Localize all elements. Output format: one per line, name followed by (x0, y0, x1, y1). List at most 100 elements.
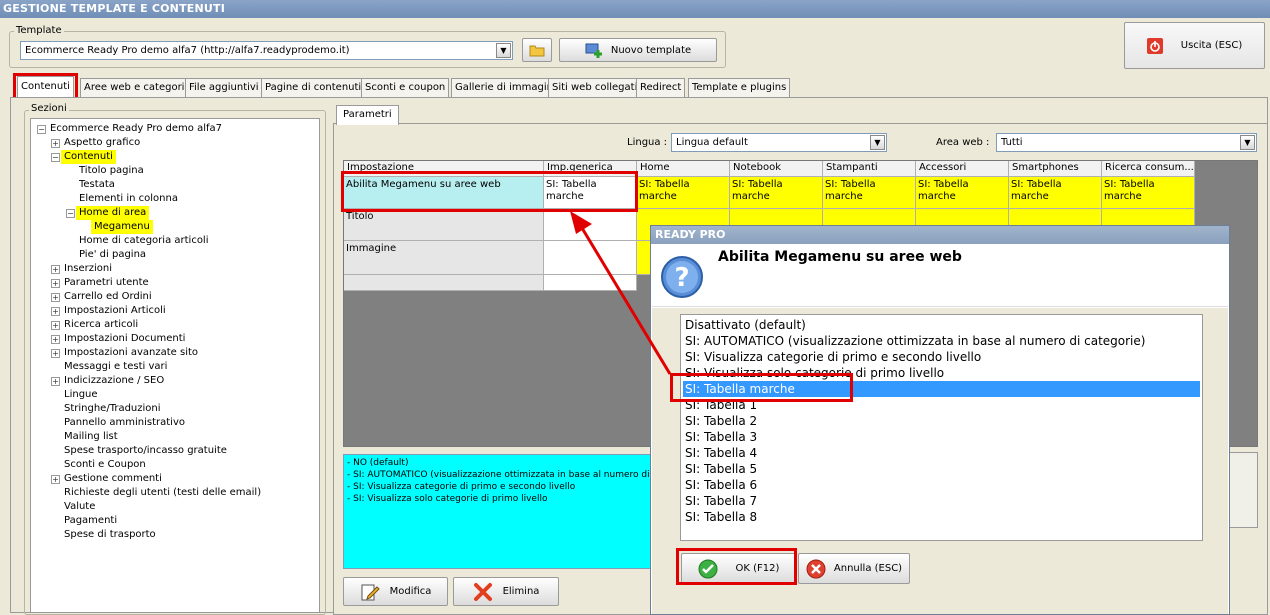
tree-item[interactable]: Richieste degli utenti (testi delle emai… (64, 486, 261, 500)
tree-item[interactable]: Impostazioni Documenti (64, 332, 185, 346)
cancel-icon (806, 559, 826, 578)
tree-item[interactable]: Elementi in colonna (79, 192, 178, 206)
tree-item[interactable]: Indicizzazione / SEO (64, 374, 164, 388)
grid-cell[interactable]: SI: Tabella marche (823, 177, 916, 209)
tree-item[interactable]: Spese di trasporto (64, 528, 156, 542)
tree-item[interactable]: Home di categoria articoli (79, 234, 209, 248)
tree-item[interactable]: Aspetto grafico (64, 136, 140, 150)
question-icon: ? (661, 256, 703, 298)
option-item[interactable]: SI: Tabella 7 (683, 493, 1200, 509)
chevron-down-icon[interactable]: ▼ (496, 43, 511, 58)
area-web-select[interactable]: Tutti ▼ (996, 133, 1257, 152)
grid-cell[interactable] (544, 209, 637, 241)
option-item[interactable]: SI: Tabella 3 (683, 429, 1200, 445)
expander-icon[interactable]: − (66, 209, 75, 218)
column-header[interactable]: Smartphones (1009, 161, 1102, 177)
tab-gallerie[interactable]: Gallerie di immagini (451, 78, 560, 97)
options-list[interactable]: Disattivato (default) SI: AUTOMATICO (vis… (680, 314, 1203, 541)
delete-button[interactable]: Elimina (453, 577, 559, 606)
grid-cell[interactable]: SI: Tabella marche (1009, 177, 1102, 209)
tab-redirect[interactable]: Redirect (636, 78, 686, 97)
option-item[interactable]: Disattivato (default) (683, 317, 1200, 333)
tree-item[interactable]: Titolo pagina (79, 164, 144, 178)
tree-item[interactable]: Messaggi e testi vari (64, 360, 167, 374)
expander-icon[interactable]: − (37, 125, 46, 134)
tab-sconti-coupon[interactable]: Sconti e coupon (361, 78, 450, 97)
option-item[interactable]: SI: Tabella 2 (683, 413, 1200, 429)
edit-label: Modifica (389, 586, 432, 597)
expander-icon[interactable]: + (51, 377, 60, 386)
grid-cell[interactable] (544, 241, 637, 275)
tree-item[interactable]: Carrello ed Ordini (64, 290, 152, 304)
option-item[interactable]: SI: AUTOMATICO (visualizzazione ottimizz… (683, 333, 1200, 349)
template-select[interactable]: Ecommerce Ready Pro demo alfa7 (http://a… (20, 41, 513, 60)
tab-template-plugins[interactable]: Template e plugins (688, 78, 791, 97)
tree-item[interactable]: Megamenu (91, 220, 153, 234)
tab-file-aggiuntivi[interactable]: File aggiuntivi (185, 78, 263, 97)
tree-item[interactable]: Inserzioni (64, 262, 112, 276)
tab-aree-web[interactable]: Aree web e categorie (80, 78, 195, 97)
option-item[interactable]: SI: Tabella 4 (683, 445, 1200, 461)
chevron-down-icon[interactable]: ▼ (870, 135, 885, 150)
cancel-button[interactable]: Annulla (ESC) (798, 553, 910, 584)
tree-item[interactable]: Parametri utente (64, 276, 149, 290)
expander-icon[interactable]: + (51, 335, 60, 344)
tab-pagine-contenuti[interactable]: Pagine di contenuti (261, 78, 366, 97)
expander-icon[interactable]: + (51, 475, 60, 484)
tree-item[interactable]: Sconti e Coupon (64, 458, 146, 472)
column-header[interactable]: Home (637, 161, 730, 177)
tree-item[interactable]: Pannello amministrativo (64, 416, 185, 430)
tree-item[interactable]: Impostazioni avanzate sito (64, 346, 198, 360)
tree-item[interactable]: Stringhe/Traduzioni (64, 402, 161, 416)
grid-cell[interactable]: SI: Tabella marche (730, 177, 823, 209)
expander-icon[interactable]: + (51, 139, 60, 148)
grid-cell[interactable]: SI: Tabella marche (1102, 177, 1195, 209)
column-header[interactable]: Notebook (730, 161, 823, 177)
sections-tree[interactable]: − Ecommerce Ready Pro demo alfa7 + Aspetto … (30, 118, 320, 613)
grid-cell[interactable]: SI: Tabella marche (916, 177, 1009, 209)
column-header[interactable]: Stampanti (823, 161, 916, 177)
tree-item[interactable]: Testata (79, 178, 115, 192)
new-template-button[interactable]: Nuovo template (559, 38, 717, 62)
tree-item[interactable]: Pagamenti (64, 514, 117, 528)
tree-item[interactable]: Mailing list (64, 430, 118, 444)
tree-item[interactable]: Spese trasporto/incasso gratuite (64, 444, 227, 458)
tree-item[interactable]: Ecommerce Ready Pro demo alfa7 (50, 122, 222, 136)
exit-button[interactable]: Uscita (ESC) (1124, 22, 1265, 69)
tree-item[interactable]: Home di area (76, 206, 150, 220)
option-item[interactable]: SI: Visualizza categorie di primo e seco… (683, 349, 1200, 365)
tab-parametri[interactable]: Parametri (336, 105, 399, 125)
template-group-label: Template (14, 25, 64, 36)
expander-icon[interactable]: − (51, 153, 60, 162)
tree-item[interactable]: Ricerca articoli (64, 318, 138, 332)
grid-cell[interactable]: Immagine (344, 241, 544, 275)
grid-cell-empty[interactable] (344, 275, 544, 291)
tree-item[interactable]: Valute (64, 500, 95, 514)
edit-button[interactable]: Modifica (343, 577, 448, 606)
grid-cell[interactable]: SI: Tabella marche (637, 177, 730, 209)
tab-siti-collegati[interactable]: Siti web collegati (548, 78, 642, 97)
grid-cell[interactable]: Titolo (344, 209, 544, 241)
tree-item[interactable]: Lingue (64, 388, 98, 402)
grid-cell-empty[interactable] (544, 275, 637, 291)
column-header[interactable]: Ricerca consum... (1102, 161, 1195, 177)
column-header[interactable]: Accessori (916, 161, 1009, 177)
open-folder-button[interactable] (522, 38, 552, 62)
expander-icon[interactable]: + (51, 307, 60, 316)
tree-item[interactable]: Contenuti (61, 150, 116, 164)
expander-icon[interactable]: + (51, 265, 60, 274)
option-item[interactable]: SI: Tabella 5 (683, 461, 1200, 477)
svg-text:?: ? (674, 263, 689, 293)
tree-item[interactable]: Gestione commenti (64, 472, 162, 486)
exit-label: Uscita (ESC) (1180, 40, 1243, 51)
lingua-select[interactable]: Lingua default ▼ (671, 133, 887, 152)
expander-icon[interactable]: + (51, 279, 60, 288)
expander-icon[interactable]: + (51, 349, 60, 358)
tree-item[interactable]: Pie' di pagina (79, 248, 146, 262)
expander-icon[interactable]: + (51, 321, 60, 330)
chevron-down-icon[interactable]: ▼ (1240, 135, 1255, 150)
option-item[interactable]: SI: Tabella 6 (683, 477, 1200, 493)
option-item[interactable]: SI: Tabella 8 (683, 509, 1200, 525)
tree-item[interactable]: Impostazioni Articoli (64, 304, 166, 318)
expander-icon[interactable]: + (51, 293, 60, 302)
